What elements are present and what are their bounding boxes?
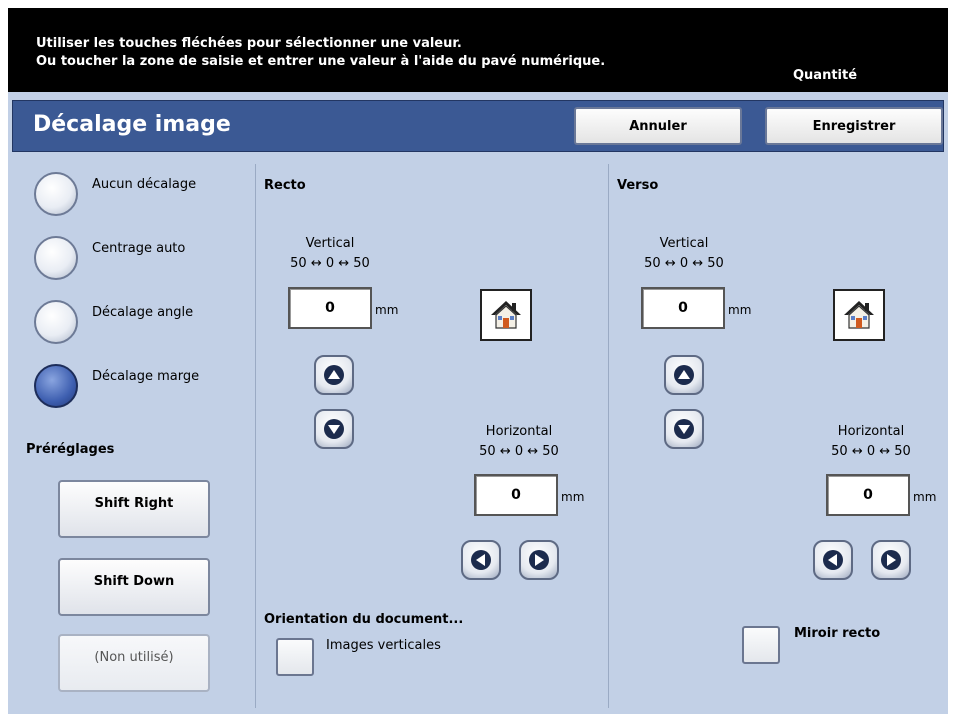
arrow-right-icon bbox=[529, 550, 549, 570]
option-label: Décalage marge bbox=[92, 369, 200, 384]
page-title: Décalage image bbox=[33, 112, 231, 137]
verso-home-button[interactable] bbox=[833, 289, 885, 341]
presets-heading: Préréglages bbox=[26, 442, 115, 457]
cancel-button[interactable]: Annuler bbox=[574, 107, 742, 145]
verso-vertical-label: Vertical bbox=[659, 236, 709, 251]
recto-vertical-input[interactable]: 0 bbox=[288, 287, 372, 329]
verso-horizontal-label: Horizontal bbox=[837, 424, 905, 439]
save-button[interactable]: Enregistrer bbox=[765, 107, 943, 145]
home-icon bbox=[844, 301, 874, 329]
radio-button[interactable] bbox=[34, 300, 78, 344]
radio-button[interactable] bbox=[34, 172, 78, 216]
recto-vertical-range: 50 ↔ 0 ↔ 50 bbox=[290, 256, 370, 271]
recto-vertical-label: Vertical bbox=[305, 236, 355, 251]
verso-right-button[interactable] bbox=[871, 540, 911, 580]
instruction-line-2: Ou toucher la zone de saisie et entrer u… bbox=[36, 54, 606, 69]
radio-button-selected[interactable] bbox=[34, 364, 78, 408]
preset-shift-right-button[interactable]: Shift Right bbox=[58, 480, 210, 538]
recto-horizontal-input[interactable]: 0 bbox=[474, 474, 558, 516]
verso-vertical-unit: mm bbox=[728, 303, 752, 317]
home-icon bbox=[491, 301, 521, 329]
recto-heading: Recto bbox=[264, 178, 306, 193]
verso-down-button[interactable] bbox=[664, 409, 704, 449]
recto-horizontal-range: 50 ↔ 0 ↔ 50 bbox=[479, 444, 559, 459]
arrow-left-icon bbox=[471, 550, 491, 570]
verso-vertical-input[interactable]: 0 bbox=[641, 287, 725, 329]
recto-left-button[interactable] bbox=[461, 540, 501, 580]
option-label: Aucun décalage bbox=[92, 177, 197, 192]
verso-up-button[interactable] bbox=[664, 355, 704, 395]
mirror-recto-label: Miroir recto bbox=[794, 626, 881, 641]
verso-heading: Verso bbox=[617, 178, 659, 193]
recto-up-button[interactable] bbox=[314, 355, 354, 395]
recto-horizontal-label: Horizontal bbox=[485, 424, 553, 439]
instruction-line-1: Utiliser les touches fléchées pour sélec… bbox=[36, 36, 462, 51]
quantity-label: Quantité bbox=[793, 68, 858, 83]
verso-vertical-range: 50 ↔ 0 ↔ 50 bbox=[644, 256, 724, 271]
screen-header: Décalage image Annuler Enregistrer bbox=[12, 100, 944, 152]
arrow-right-icon bbox=[881, 550, 901, 570]
option-label: Décalage angle bbox=[92, 305, 194, 320]
verso-horizontal-unit: mm bbox=[913, 490, 937, 504]
recto-horizontal-unit: mm bbox=[561, 490, 585, 504]
option-label: Centrage auto bbox=[92, 241, 186, 256]
preset-shift-down-button[interactable]: Shift Down bbox=[58, 558, 210, 616]
arrow-left-icon bbox=[823, 550, 843, 570]
recto-vertical-unit: mm bbox=[375, 303, 399, 317]
verso-horizontal-input[interactable]: 0 bbox=[826, 474, 910, 516]
recto-right-button[interactable] bbox=[519, 540, 559, 580]
recto-home-button[interactable] bbox=[480, 289, 532, 341]
message-bar: Utiliser les touches fléchées pour sélec… bbox=[8, 8, 948, 92]
arrow-down-icon bbox=[324, 419, 344, 439]
image-shift-screen: Utiliser les touches fléchées pour sélec… bbox=[8, 8, 948, 714]
column-divider-right bbox=[608, 164, 609, 708]
verso-left-button[interactable] bbox=[813, 540, 853, 580]
arrow-up-icon bbox=[674, 365, 694, 385]
vertical-images-label: Images verticales bbox=[326, 638, 441, 653]
orientation-heading: Orientation du document... bbox=[264, 612, 464, 627]
preset-unused-button[interactable]: (Non utilisé) bbox=[58, 634, 210, 692]
arrow-up-icon bbox=[324, 365, 344, 385]
radio-button[interactable] bbox=[34, 236, 78, 280]
vertical-images-checkbox[interactable] bbox=[276, 638, 314, 676]
arrow-down-icon bbox=[674, 419, 694, 439]
recto-down-button[interactable] bbox=[314, 409, 354, 449]
verso-horizontal-range: 50 ↔ 0 ↔ 50 bbox=[831, 444, 911, 459]
column-divider-left bbox=[255, 164, 256, 708]
mirror-recto-checkbox[interactable] bbox=[742, 626, 780, 664]
